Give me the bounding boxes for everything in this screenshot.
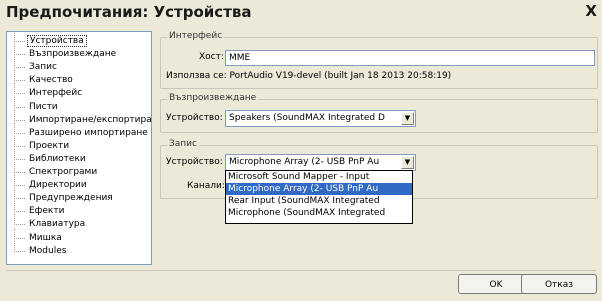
sidebar-item[interactable]: Мишка [11,227,64,245]
playback-group-title: Възпроизвеждане [167,93,259,103]
sidebar-item[interactable]: Библиотеки [11,148,88,166]
sidebar-item-label: Клавиатура [29,219,86,230]
sidebar-item-label: Библиотеки [29,153,86,164]
host-label: Хост: [199,52,224,62]
recording-device-select[interactable]: Microphone Array (2- USB PnP Au ▼ [225,154,416,171]
sidebar-item[interactable]: Интерфейс [11,83,84,100]
sidebar-item-label: Писти [29,101,58,112]
using-info-text: Използва се: PortAudio V19-devel (built … [166,71,452,81]
preferences-tree[interactable]: Устройства Възпроизвеждане Запис Качество Ин… [6,31,152,265]
sidebar-item-label: Ефекти [29,206,65,217]
dropdown-option[interactable]: Microphone Array (2- USB PnP Au [226,183,412,195]
sidebar-item[interactable]: Устройства [11,32,87,48]
recording-device-dropdown[interactable]: Microsoft Sound Mapper - Input Microphone… [225,170,413,224]
sidebar-item-label: Импортиране/експортиране [29,114,152,125]
sidebar-item[interactable]: Директории [11,175,89,192]
window-title: Предпочитания: Устройства [6,3,252,21]
sidebar-item-label: Интерфейс [29,88,83,99]
sidebar-item[interactable]: Импортиране/експортиране [11,109,152,127]
channels-label: Канали: [187,181,225,191]
playback-device-value: Speakers (SoundMAX Integrated D [229,113,385,123]
chevron-down-icon[interactable]: ▼ [401,112,414,125]
sidebar-item[interactable]: Писти [11,96,60,114]
title-bar: Предпочитания: Устройства X [0,0,602,24]
sidebar-item[interactable]: Качество [11,70,75,87]
sidebar-item[interactable]: Ефекти [11,201,66,218]
sidebar-item-label: Запис [29,62,57,73]
sidebar-item[interactable]: Modules [11,240,68,258]
sidebar-item-label: Предупреждения [29,193,113,204]
sidebar-item-label: Проекти [29,140,70,151]
dropdown-option[interactable]: Rear Input (SoundMAX Integrated [226,195,412,207]
sidebar-item-label: Устройства [27,35,87,47]
cancel-button[interactable]: Отказ [521,274,597,294]
recording-group-title: Запис [167,139,199,149]
chevron-down-icon[interactable]: ▼ [401,156,414,169]
sidebar-item[interactable]: Проекти [11,135,71,153]
recording-device-label: Устройство: [166,157,223,167]
recording-device-value: Microphone Array (2- USB PnP Au [229,157,380,167]
divider [6,270,596,271]
dropdown-option[interactable]: Microphone (SoundMAX Integrated [226,207,412,219]
sidebar-item[interactable]: Запис [11,57,59,74]
sidebar-item-label: Разширено импортиране [29,127,148,138]
sidebar-item[interactable]: Предупреждения [11,188,115,205]
sidebar-item[interactable]: Спектрограми [11,162,99,179]
close-icon[interactable]: X [585,2,597,20]
sidebar-item[interactable]: Възпроизвеждане [11,44,118,61]
sidebar-item-label: Качество [29,75,73,86]
sidebar-item-label: Modules [29,245,67,256]
sidebar-item-label: Директории [29,180,87,191]
sidebar-item-label: Спектрограми [29,167,98,177]
sidebar-item-label: Мишка [29,232,62,243]
playback-device-label: Устройство: [166,113,223,123]
sidebar-item-label: Възпроизвеждане [29,49,117,60]
playback-device-select[interactable]: Speakers (SoundMAX Integrated D ▼ [225,110,416,127]
host-input[interactable]: MME [225,50,595,66]
dropdown-option[interactable]: Microsoft Sound Mapper - Input [226,171,412,183]
sidebar-item[interactable]: Клавиатура [11,214,87,231]
interface-group-title: Интерфейс [167,31,225,41]
sidebar-item[interactable]: Разширено импортиране [11,122,150,140]
